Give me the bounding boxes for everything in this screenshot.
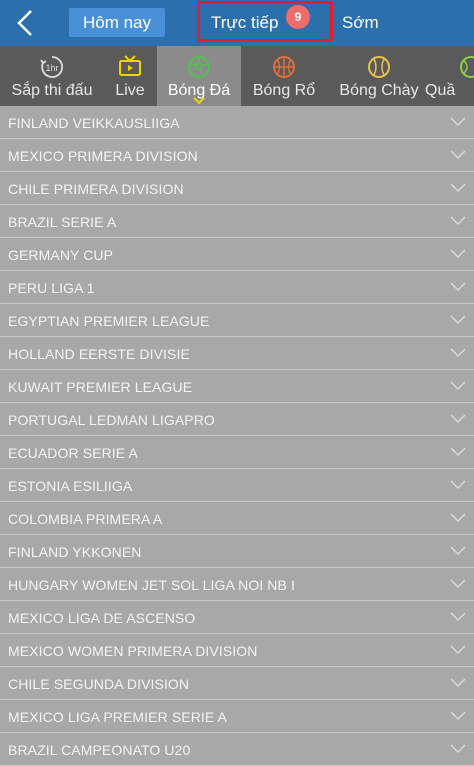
league-row[interactable]: KUWAIT PREMIER LEAGUE xyxy=(0,370,474,403)
league-name: MEXICO LIGA DE ASCENSO xyxy=(8,610,196,626)
tab-label: Bóng Rổ xyxy=(252,82,316,99)
chevron-down-icon[interactable] xyxy=(450,546,466,555)
tab-upcoming[interactable]: 1hr Sắp thi đấu xyxy=(0,46,104,106)
league-name: MEXICO LIGA PREMIER SERIE A xyxy=(8,709,227,725)
top-bar: Hôm nay Trực tiếp 9 Sớm xyxy=(0,0,474,46)
league-row[interactable]: FINLAND VEIKKAUSLIIGA xyxy=(0,106,474,139)
league-row[interactable]: HOLLAND EERSTE DIVISIE xyxy=(0,337,474,370)
league-name: ESTONIA ESILIIGA xyxy=(8,478,133,494)
chevron-down-icon[interactable] xyxy=(450,678,466,687)
league-name: ECUADOR SERIE A xyxy=(8,445,138,461)
chevron-down-icon[interactable] xyxy=(450,315,466,324)
chevron-down-icon[interactable] xyxy=(450,117,466,126)
league-name: PORTUGAL LEDMAN LIGAPRO xyxy=(8,412,215,428)
chevron-down-icon[interactable] xyxy=(450,744,466,753)
league-row[interactable]: PERU LIGA 1 xyxy=(0,271,474,304)
clock-1hr-icon: 1hr xyxy=(40,56,64,78)
chevron-down-icon[interactable] xyxy=(450,645,466,654)
league-name: KUWAIT PREMIER LEAGUE xyxy=(8,379,193,395)
back-arrow-icon[interactable] xyxy=(14,9,38,37)
tennis-ball-icon xyxy=(460,56,474,78)
chevron-down-icon[interactable] xyxy=(450,612,466,621)
league-row[interactable]: ESTONIA ESILIIGA xyxy=(0,469,474,502)
tab-baseball[interactable]: Bóng Chày xyxy=(331,46,427,106)
basketball-icon xyxy=(273,56,295,78)
league-row[interactable]: HUNGARY WOMEN JET SOL LIGA NOI NB I xyxy=(0,568,474,601)
chevron-down-icon[interactable] xyxy=(450,216,466,225)
chevron-down-icon[interactable] xyxy=(450,381,466,390)
league-name: FINLAND VEIKKAUSLIIGA xyxy=(8,115,180,131)
league-name: HOLLAND EERSTE DIVISIE xyxy=(8,346,190,362)
league-name: GERMANY CUP xyxy=(8,247,114,263)
league-row[interactable]: BRAZIL CAMPEONATO U20 xyxy=(0,733,474,766)
league-row[interactable]: MEXICO LIGA PREMIER SERIE A xyxy=(0,700,474,733)
chevron-down-icon[interactable] xyxy=(450,414,466,423)
live-button[interactable]: Trực tiếp 9 xyxy=(197,1,333,42)
league-row[interactable]: FINLAND YKKONEN xyxy=(0,535,474,568)
league-name: FINLAND YKKONEN xyxy=(8,544,142,560)
league-name: CHILE SEGUNDA DIVISION xyxy=(8,676,190,692)
league-name: CHILE PRIMERA DIVISION xyxy=(8,181,184,197)
today-button[interactable]: Hôm nay xyxy=(69,8,165,37)
tab-label: Sắp thi đấu xyxy=(11,82,93,99)
league-row[interactable]: ECUADOR SERIE A xyxy=(0,436,474,469)
tab-label: Bóng Chày xyxy=(339,82,419,99)
tab-basketball[interactable]: Bóng Rổ xyxy=(241,46,327,106)
sport-tabs: 1hr Sắp thi đấu Live Bóng Đá Bóng Rổ Bón… xyxy=(0,46,474,106)
league-row[interactable]: EGYPTIAN PREMIER LEAGUE xyxy=(0,304,474,337)
league-row[interactable]: PORTUGAL LEDMAN LIGAPRO xyxy=(0,403,474,436)
early-button[interactable]: Sớm xyxy=(342,13,379,33)
chevron-down-icon xyxy=(193,97,205,104)
tab-live[interactable]: Live xyxy=(104,46,156,106)
league-name: COLOMBIA PRIMERA A xyxy=(8,511,163,527)
baseball-icon xyxy=(368,56,390,78)
chevron-down-icon[interactable] xyxy=(450,711,466,720)
league-name: MEXICO PRIMERA DIVISION xyxy=(8,148,198,164)
chevron-down-icon[interactable] xyxy=(450,249,466,258)
chevron-down-icon[interactable] xyxy=(450,447,466,456)
chevron-down-icon[interactable] xyxy=(450,150,466,159)
league-row[interactable]: MEXICO PRIMERA DIVISION xyxy=(0,139,474,172)
live-count-badge: 9 xyxy=(286,5,310,29)
svg-text:1hr: 1hr xyxy=(45,63,58,73)
chevron-down-icon[interactable] xyxy=(450,480,466,489)
league-row[interactable]: BRAZIL SERIE A xyxy=(0,205,474,238)
tab-soccer[interactable]: Bóng Đá xyxy=(157,46,241,106)
league-name: MEXICO WOMEN PRIMERA DIVISION xyxy=(8,643,258,659)
tab-tennis[interactable]: Quầ xyxy=(425,46,474,106)
league-row[interactable]: CHILE PRIMERA DIVISION xyxy=(0,172,474,205)
tv-icon xyxy=(119,55,141,76)
chevron-down-icon[interactable] xyxy=(450,513,466,522)
chevron-down-icon[interactable] xyxy=(450,348,466,357)
league-name: BRAZIL SERIE A xyxy=(8,214,117,230)
league-list: FINLAND VEIKKAUSLIIGA MEXICO PRIMERA DIVI… xyxy=(0,106,474,766)
league-name: EGYPTIAN PREMIER LEAGUE xyxy=(8,313,210,329)
tab-label: Live xyxy=(115,82,145,99)
league-row[interactable]: CHILE SEGUNDA DIVISION xyxy=(0,667,474,700)
league-name: BRAZIL CAMPEONATO U20 xyxy=(8,742,191,758)
league-row[interactable]: COLOMBIA PRIMERA A xyxy=(0,502,474,535)
live-label: Trực tiếp xyxy=(211,13,279,32)
chevron-down-icon[interactable] xyxy=(450,579,466,588)
league-name: PERU LIGA 1 xyxy=(8,280,95,296)
league-row[interactable]: MEXICO LIGA DE ASCENSO xyxy=(0,601,474,634)
chevron-down-icon[interactable] xyxy=(450,282,466,291)
chevron-down-icon[interactable] xyxy=(450,183,466,192)
soccer-ball-icon xyxy=(188,56,210,78)
league-name: HUNGARY WOMEN JET SOL LIGA NOI NB I xyxy=(8,577,295,593)
league-row[interactable]: GERMANY CUP xyxy=(0,238,474,271)
tab-label: Quầ xyxy=(425,82,456,99)
league-row[interactable]: MEXICO WOMEN PRIMERA DIVISION xyxy=(0,634,474,667)
